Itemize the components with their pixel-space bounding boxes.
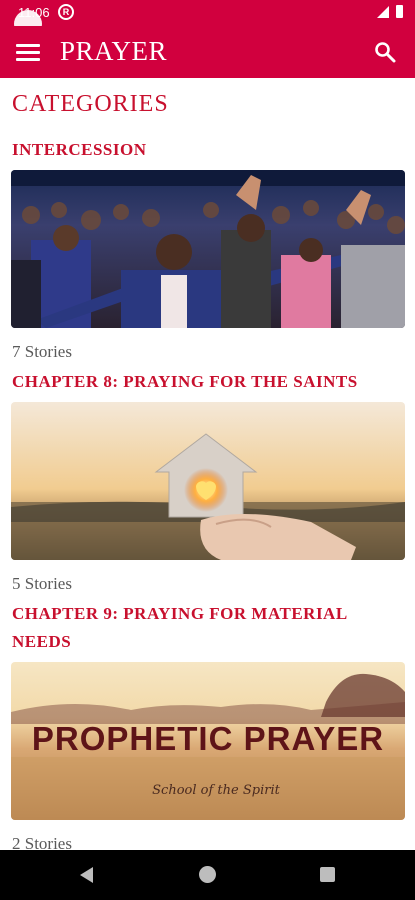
back-triangle-icon[interactable] xyxy=(80,867,93,883)
page-title: PRAYER xyxy=(60,36,168,66)
status-bar: 11:06 R xyxy=(0,0,415,26)
section-title: CATEGORIES xyxy=(12,91,169,117)
story-count: 7 Stories xyxy=(12,342,72,361)
paper-house-heart-sunset-photo[interactable] xyxy=(11,402,405,560)
story-count: 2 Stories xyxy=(12,834,72,850)
category-title[interactable]: CHAPTER 8: PRAYING FOR THE SAINTS xyxy=(12,368,402,396)
banner-title: PROPHETIC PRAYER xyxy=(32,720,384,757)
signal-icon xyxy=(377,6,389,18)
banner-subtitle: School of the Spirit xyxy=(152,783,280,798)
crowd-worshipping-photo[interactable] xyxy=(11,170,405,328)
prophetic-prayer-banner[interactable]: PROPHETIC PRAYER School of the Spirit xyxy=(11,662,405,820)
hamburger-menu-icon[interactable] xyxy=(16,41,42,63)
battery-icon xyxy=(396,5,403,18)
registered-icon: R xyxy=(58,4,74,20)
app-bar: PRAYER xyxy=(0,26,415,78)
categories-list[interactable]: CATEGORIES INTERCESSION 7 Stories CHAPTE… xyxy=(0,78,415,850)
recents-square-icon[interactable] xyxy=(320,867,335,882)
category-title[interactable]: INTERCESSION xyxy=(12,136,402,164)
system-nav-bar xyxy=(0,850,415,900)
story-count: 5 Stories xyxy=(12,574,72,593)
search-icon[interactable] xyxy=(373,40,397,64)
home-circle-icon[interactable] xyxy=(199,866,216,883)
category-title[interactable]: CHAPTER 9: PRAYING FOR MATERIAL NEEDS xyxy=(12,600,402,656)
